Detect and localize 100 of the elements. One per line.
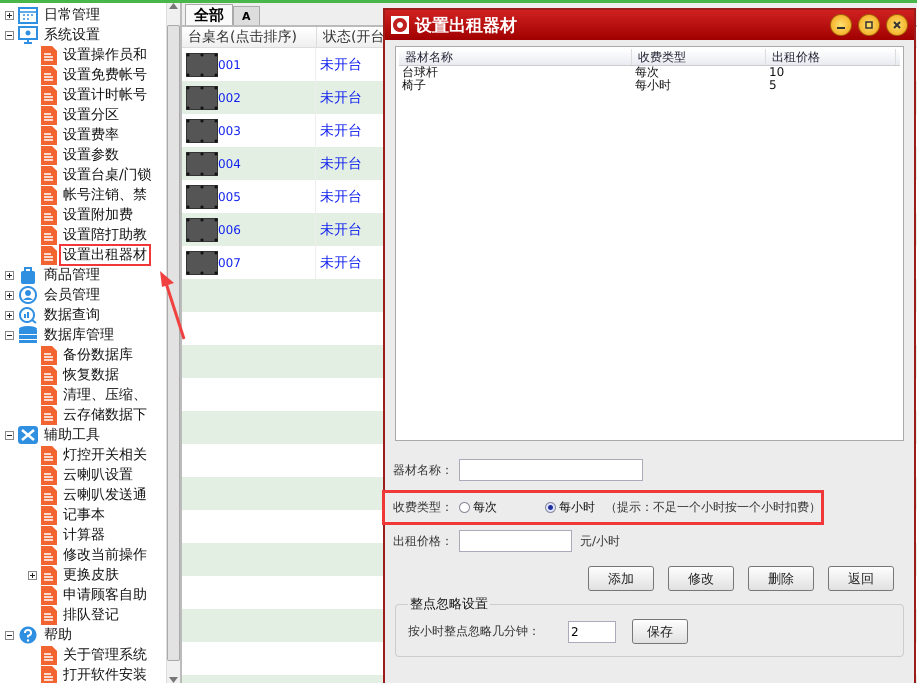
tree-group[interactable]: 数据库管理 xyxy=(42,326,116,344)
expand-toggle[interactable] xyxy=(5,310,14,320)
close-icon xyxy=(892,20,902,30)
tree-item[interactable]: 帐号注销、禁 xyxy=(61,186,149,204)
radio-option[interactable]: 每小时 xyxy=(545,499,595,516)
table-name: 006 xyxy=(218,222,241,236)
scroll-down-icon[interactable] xyxy=(169,677,178,683)
save-button[interactable]: 保存 xyxy=(632,619,688,644)
tree-item[interactable]: 设置台桌/门锁 xyxy=(61,166,154,184)
list-cell-text: 5 xyxy=(768,79,778,92)
tree-item[interactable]: 云喇叭设置 xyxy=(61,466,135,484)
table-icon xyxy=(186,184,218,208)
tree-group[interactable]: 系统设置 xyxy=(42,26,102,44)
document-icon xyxy=(41,466,57,484)
tree-item[interactable]: 计算器 xyxy=(61,526,107,544)
tree-item[interactable]: 记事本 xyxy=(61,506,107,524)
tab[interactable]: A xyxy=(233,6,260,25)
tree-item[interactable]: 设置附加费 xyxy=(61,206,135,224)
tree-group[interactable]: 日常管理 xyxy=(42,6,102,24)
tree-item[interactable]: 打开软件安装 xyxy=(61,666,149,683)
column-header[interactable]: 收费类型 xyxy=(632,49,766,65)
table-name: 007 xyxy=(218,256,241,270)
tree-item[interactable]: 设置陪打助教 xyxy=(61,226,149,244)
collapse-toggle[interactable] xyxy=(5,430,14,440)
tree-item[interactable]: 设置计时帐号 xyxy=(61,86,149,104)
document-icon xyxy=(41,606,57,624)
pointer-arrow xyxy=(158,269,188,341)
tree-group[interactable]: 数据查询 xyxy=(42,306,102,324)
radio-option[interactable]: 每次 xyxy=(459,499,497,516)
document-icon xyxy=(41,166,57,184)
input-field[interactable] xyxy=(459,530,572,552)
collapse-toggle[interactable] xyxy=(5,330,14,340)
document-icon xyxy=(41,406,57,424)
tree-item[interactable]: 申请顾客自助 xyxy=(61,586,149,604)
bag-icon xyxy=(18,266,38,284)
tree-item[interactable]: 设置出租器材 xyxy=(61,246,149,264)
document-icon xyxy=(41,146,57,164)
document-icon xyxy=(41,506,57,524)
column-header[interactable]: 器材名称 xyxy=(399,49,632,65)
field-label: 出租价格： xyxy=(393,532,454,550)
group-title: 整点忽略设置 xyxy=(409,596,489,613)
tree-item[interactable]: 设置分区 xyxy=(61,106,121,124)
hint-text: （提示：不足一个小时按一个小时扣费） xyxy=(605,499,821,516)
tree-item[interactable]: 设置费率 xyxy=(61,126,121,144)
tree-group[interactable]: 辅助工具 xyxy=(42,426,102,444)
document-icon xyxy=(41,546,57,564)
document-icon xyxy=(41,46,57,64)
tree-item[interactable]: 关于管理系统 xyxy=(61,646,149,664)
document-icon xyxy=(41,86,57,104)
document-icon xyxy=(41,526,57,544)
input-field[interactable]: 2 xyxy=(568,620,616,642)
tree-group[interactable]: 会员管理 xyxy=(42,286,102,304)
window-title: 设置出租器材 xyxy=(415,14,518,36)
maximize-icon xyxy=(864,20,874,30)
expand-toggle[interactable] xyxy=(28,570,37,580)
tree-group[interactable]: 商品管理 xyxy=(42,266,102,284)
tree-item[interactable]: 排队登记 xyxy=(61,606,121,624)
tree-item[interactable]: 备份数据库 xyxy=(61,346,135,364)
tree-item[interactable]: 设置免费帐号 xyxy=(61,66,149,84)
close-button[interactable] xyxy=(886,14,908,36)
table-icon xyxy=(186,52,218,76)
help-icon xyxy=(18,626,38,644)
tree-item[interactable]: 恢复数据 xyxy=(61,366,121,384)
collapse-toggle[interactable] xyxy=(5,630,14,640)
tree-item[interactable]: 清理、压缩、 xyxy=(61,386,149,404)
tree-group[interactable]: 帮助 xyxy=(42,626,74,644)
tree-item[interactable]: 设置参数 xyxy=(61,146,121,164)
action-button[interactable]: 修改 xyxy=(668,566,734,591)
column-header[interactable]: 出租价格 xyxy=(766,49,896,65)
document-icon xyxy=(41,206,57,224)
input-field[interactable] xyxy=(459,459,643,481)
expand-toggle[interactable] xyxy=(5,10,14,20)
tree-item[interactable]: 云喇叭发送通 xyxy=(61,486,149,504)
document-icon xyxy=(41,126,57,144)
action-button[interactable]: 返回 xyxy=(828,566,894,591)
field-label: 收费类型： xyxy=(393,499,454,516)
table-name: 003 xyxy=(218,124,241,138)
tree-item[interactable]: 灯控开关相关 xyxy=(61,446,149,464)
tree-item[interactable]: 修改当前操作 xyxy=(61,546,149,564)
scrollbar[interactable] xyxy=(166,3,180,683)
expand-toggle[interactable] xyxy=(5,290,14,300)
action-button[interactable]: 删除 xyxy=(748,566,814,591)
tree-item[interactable]: 云存储数据下 xyxy=(61,406,149,424)
tree-item[interactable]: 设置操作员和 xyxy=(61,46,149,64)
column-header[interactable]: 台桌名(点击排序) xyxy=(182,27,317,47)
document-icon xyxy=(41,446,57,464)
document-icon xyxy=(41,106,57,124)
tree-item[interactable]: 更换皮肤 xyxy=(61,566,121,584)
document-icon xyxy=(41,386,57,404)
expand-toggle[interactable] xyxy=(5,270,14,280)
collapse-toggle[interactable] xyxy=(5,30,14,40)
app-logo-icon xyxy=(391,16,409,34)
maximize-button[interactable] xyxy=(858,14,880,36)
document-icon xyxy=(41,566,57,584)
action-button[interactable]: 添加 xyxy=(588,566,654,591)
scroll-up-icon[interactable] xyxy=(169,3,178,9)
tools-icon xyxy=(18,426,38,444)
tab[interactable]: 全部 xyxy=(185,4,233,25)
person-icon xyxy=(18,286,38,304)
minimize-button[interactable] xyxy=(830,14,852,36)
